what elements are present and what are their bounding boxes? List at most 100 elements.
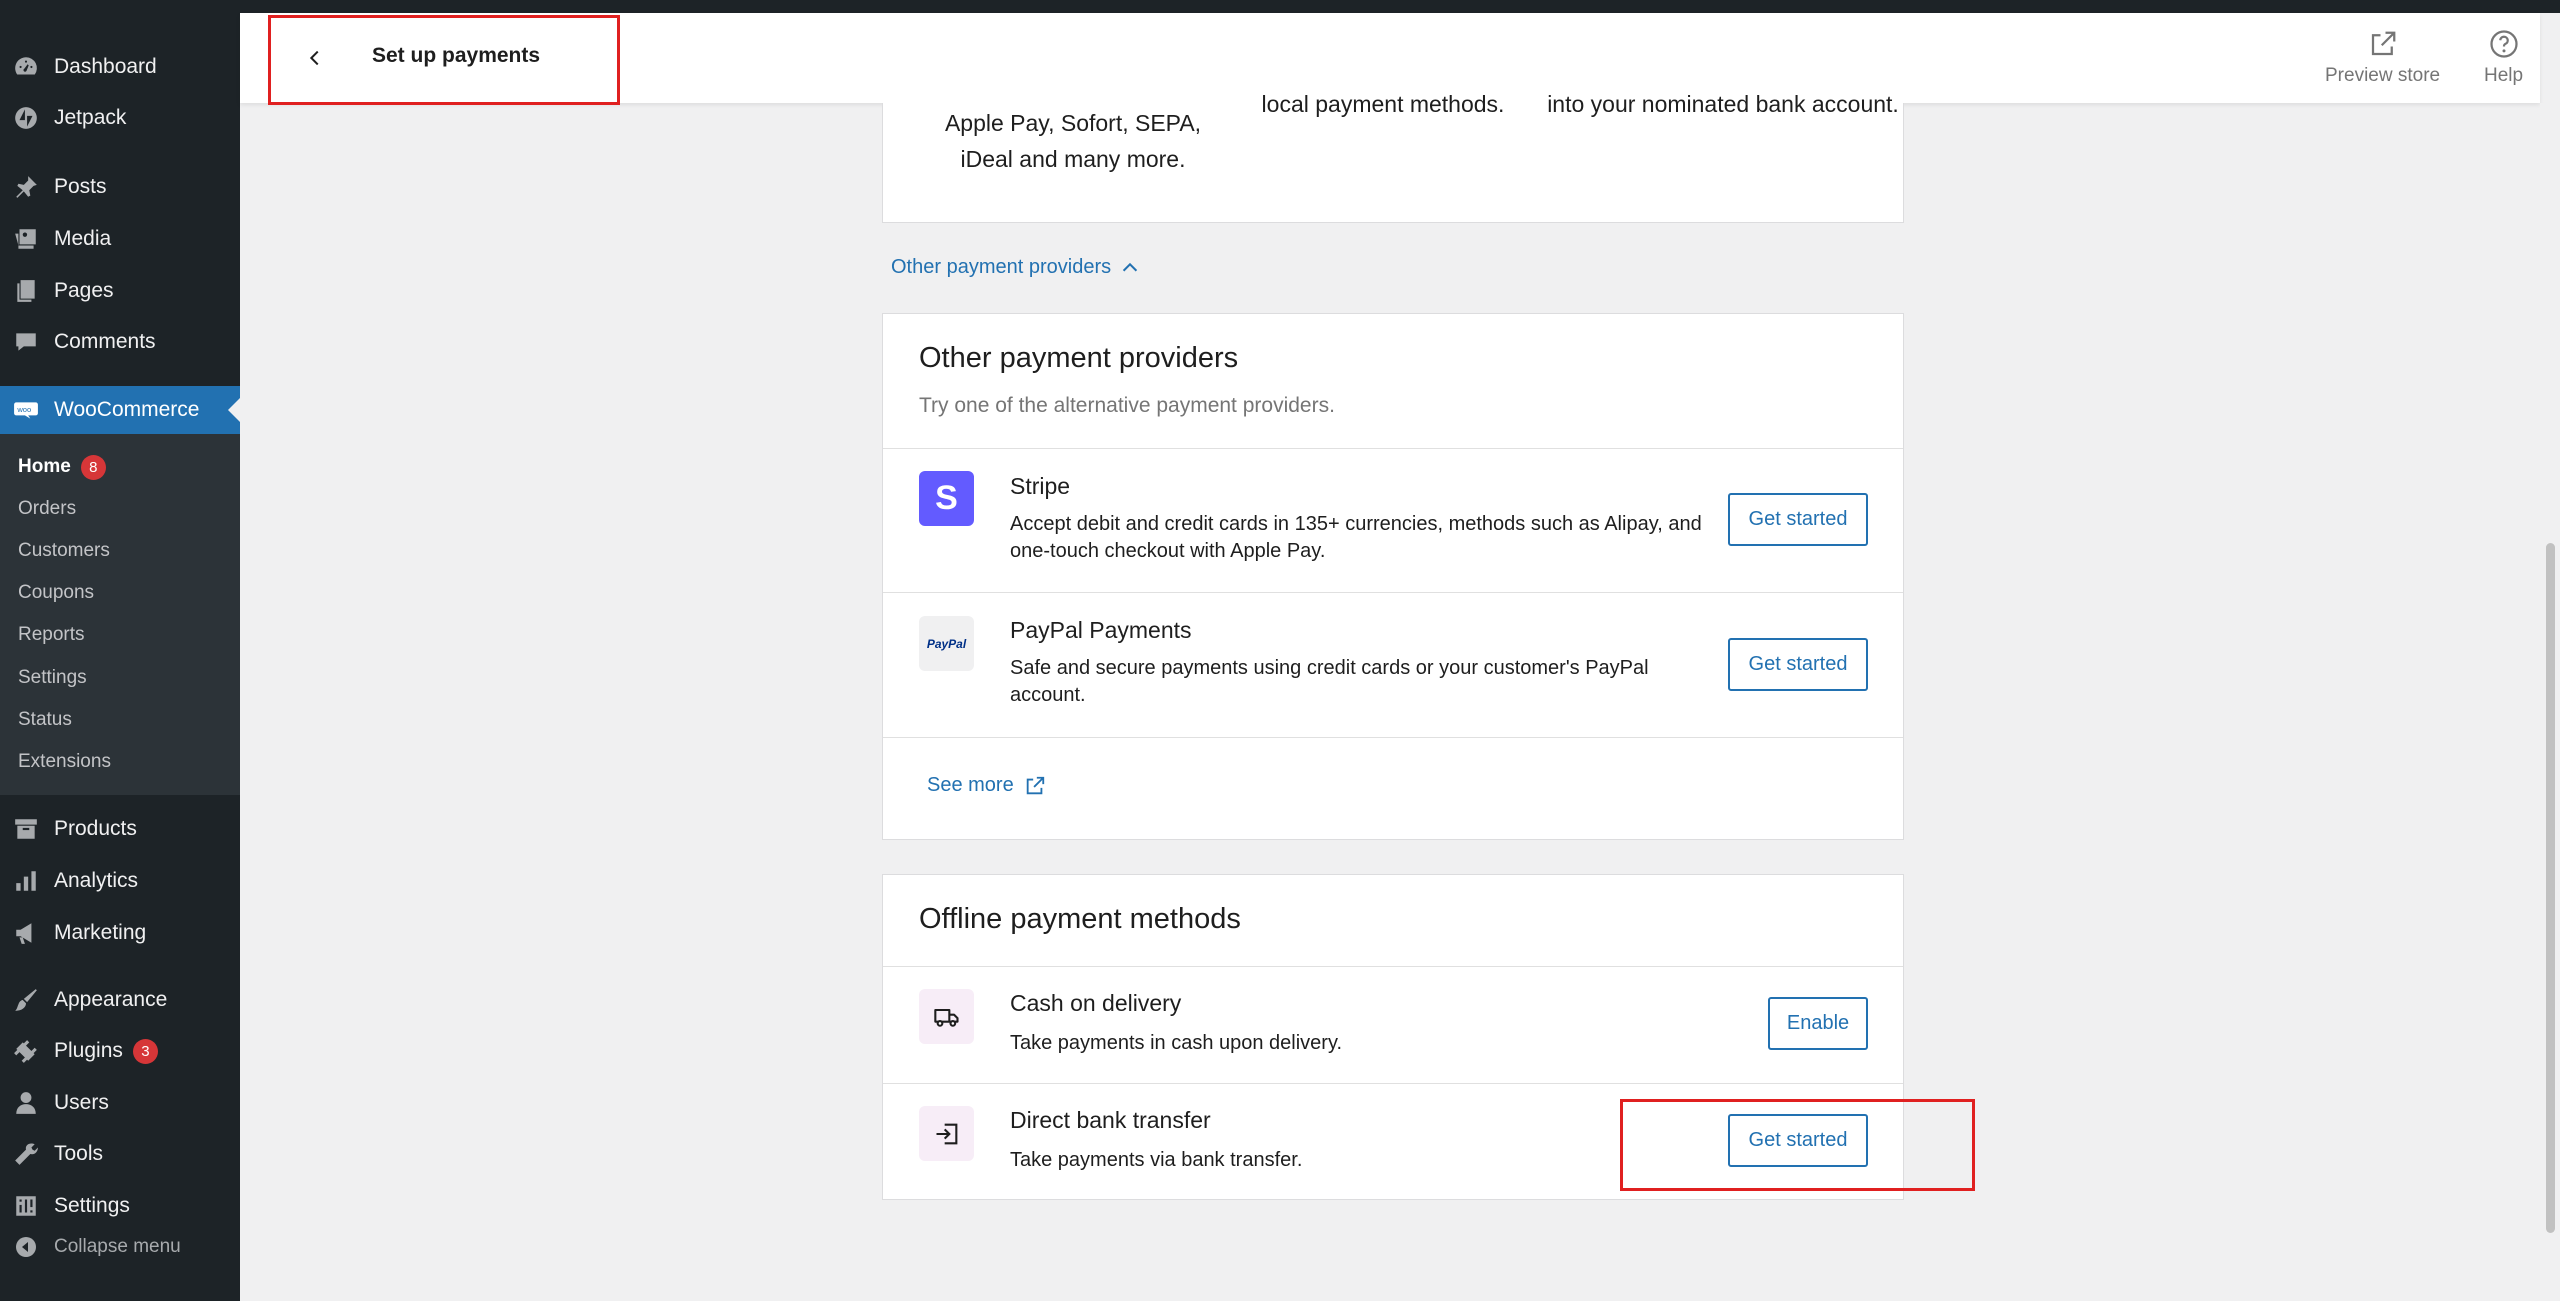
feature-text-1: Apple Pay, Sofort, SEPA, iDeal and many … [944, 110, 1202, 172]
sidebar-item-label: Posts [54, 175, 107, 198]
user-icon [12, 1089, 40, 1117]
method-name: Direct bank transfer [1010, 1107, 1211, 1133]
woo-icon: woo [12, 396, 40, 424]
submenu-item-orders[interactable]: Orders [18, 494, 76, 524]
sidebar-item-jetpack[interactable]: Jetpack [0, 94, 240, 142]
sidebar-item-appearance[interactable]: Appearance [0, 976, 240, 1024]
sidebar-item-users[interactable]: Users [0, 1079, 240, 1127]
sidebar-item-media[interactable]: Media [0, 215, 240, 263]
notification-badge: 3 [132, 1038, 158, 1064]
dashboard-icon [12, 53, 40, 81]
woocommerce-submenu: Home 8 Orders Customers Coupons Reports … [0, 434, 240, 795]
divider [883, 737, 1903, 738]
sidebar-item-dashboard[interactable]: Dashboard [0, 43, 240, 91]
other-providers-toggle[interactable]: Other payment providers [891, 256, 1141, 279]
sidebar-item-products[interactable]: Products [0, 805, 240, 853]
sidebar-item-label: Media [54, 227, 112, 250]
paypal-logo: PayPal [919, 616, 974, 671]
notification-badge: 8 [80, 454, 106, 480]
sidebar-item-label: Analytics [54, 869, 139, 892]
collapse-menu-label: Collapse menu [54, 1236, 181, 1257]
sidebar-item-label: Dashboard [54, 55, 157, 78]
sidebar-item-label: Appearance [54, 988, 168, 1011]
submenu-item-label: Status [18, 709, 72, 730]
submenu-item-label: Reports [18, 624, 85, 645]
card-subtitle: Try one of the alternative payment provi… [919, 394, 1335, 417]
bank-transfer-icon [919, 1106, 974, 1161]
sidebar-item-tools[interactable]: Tools [0, 1130, 240, 1178]
submenu-item-customers[interactable]: Customers [18, 536, 110, 566]
divider [883, 592, 1903, 593]
submenu-item-label: Customers [18, 540, 110, 561]
method-description: Take payments in cash upon delivery. [1010, 1032, 1343, 1054]
sidebar-item-settings[interactable]: Settings [0, 1182, 240, 1230]
submenu-item-label: Coupons [18, 582, 95, 603]
truck-icon [919, 989, 974, 1044]
preview-store-button[interactable]: Preview store [2325, 29, 2440, 87]
external-link-icon [2371, 31, 2395, 56]
scrollbar-thumb[interactable] [2546, 543, 2555, 1233]
sidebar-item-posts[interactable]: Posts [0, 163, 240, 211]
sidebar-item-analytics[interactable]: Analytics [0, 857, 240, 905]
paypal-get-started-button[interactable]: Get started [1728, 638, 1868, 691]
sidebar-item-marketing[interactable]: Marketing [0, 909, 240, 957]
sidebar-item-label: Plugins [54, 1039, 123, 1062]
admin-sidebar: Dashboard Jetpack Posts Media Pages Comm… [0, 13, 240, 1301]
submenu-item-coupons[interactable]: Coupons [18, 578, 94, 608]
plug-icon [12, 1037, 40, 1065]
provider-description: Safe and secure payments using credit ca… [1010, 657, 1649, 706]
sidebar-item-label: WooCommerce [54, 398, 200, 421]
sidebar-item-woocommerce[interactable]: woo WooCommerce [0, 386, 240, 434]
sidebar-item-label: Comments [54, 330, 156, 353]
pages-icon [12, 277, 40, 305]
media-icon [12, 225, 40, 253]
sidebar-item-pages[interactable]: Pages [0, 267, 240, 315]
help-icon [2489, 30, 2518, 58]
feature-card: Apple Pay, Sofort, SEPA, iDeal and many … [882, 91, 1904, 223]
sliders-icon [12, 1192, 40, 1220]
provider-name: PayPal Payments [1010, 617, 1192, 643]
submenu-item-reports[interactable]: Reports [18, 620, 85, 650]
stripe-logo: S [919, 471, 974, 526]
highlight-box-title [268, 15, 620, 105]
collapse-menu-button[interactable]: Collapse menu [0, 1231, 181, 1263]
cod-enable-button[interactable]: Enable [1768, 997, 1868, 1050]
provider-name: Stripe [1010, 473, 1071, 499]
submenu-item-status[interactable]: Status [18, 705, 72, 735]
page-scrollbar[interactable] [2540, 103, 2560, 1301]
archive-icon [12, 815, 40, 843]
jetpack-icon [12, 104, 40, 132]
sidebar-item-label: Marketing [54, 921, 147, 944]
see-more-link[interactable]: See more [927, 774, 1046, 797]
current-menu-arrow [228, 398, 240, 422]
divider [883, 448, 1903, 449]
feature-text-2: local payment methods. [1261, 91, 1505, 117]
help-label: Help [2484, 65, 2524, 86]
highlight-box-button [1620, 1099, 1975, 1191]
submenu-item-extensions[interactable]: Extensions [18, 747, 111, 777]
preview-store-label: Preview store [2325, 65, 2441, 86]
sidebar-item-label: Products [54, 817, 137, 840]
submenu-item-home[interactable]: Home 8 [18, 452, 106, 482]
sidebar-item-label: Users [54, 1091, 109, 1114]
divider [883, 966, 1903, 967]
help-button[interactable]: Help [2484, 29, 2523, 87]
see-more-label: See more [927, 774, 1014, 796]
other-providers-card: Other payment providers Try one of the a… [882, 313, 1904, 840]
bar-chart-icon [12, 867, 40, 895]
divider [883, 1083, 1903, 1084]
submenu-item-settings[interactable]: Settings [18, 663, 87, 693]
method-description: Take payments via bank transfer. [1010, 1149, 1303, 1171]
submenu-item-label: Settings [18, 667, 87, 688]
sidebar-item-label: Pages [54, 279, 114, 302]
toggle-label: Other payment providers [891, 256, 1112, 278]
megaphone-icon [12, 919, 40, 947]
sidebar-item-comments[interactable]: Comments [0, 318, 240, 366]
provider-description: Accept debit and credit cards in 135+ cu… [1010, 513, 1702, 562]
sidebar-item-label: Tools [54, 1142, 104, 1165]
sidebar-item-plugins[interactable]: Plugins 3 [0, 1027, 240, 1075]
stripe-get-started-button[interactable]: Get started [1728, 493, 1868, 546]
comment-icon [12, 328, 40, 356]
collapse-icon [12, 1233, 40, 1261]
submenu-item-label: Extensions [18, 751, 111, 772]
